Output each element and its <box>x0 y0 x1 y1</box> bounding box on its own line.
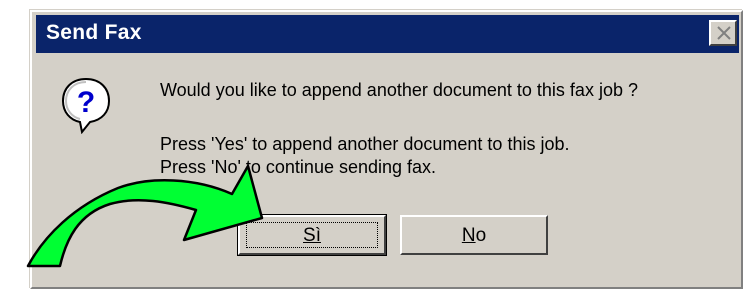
curved-arrow-icon <box>26 164 264 268</box>
